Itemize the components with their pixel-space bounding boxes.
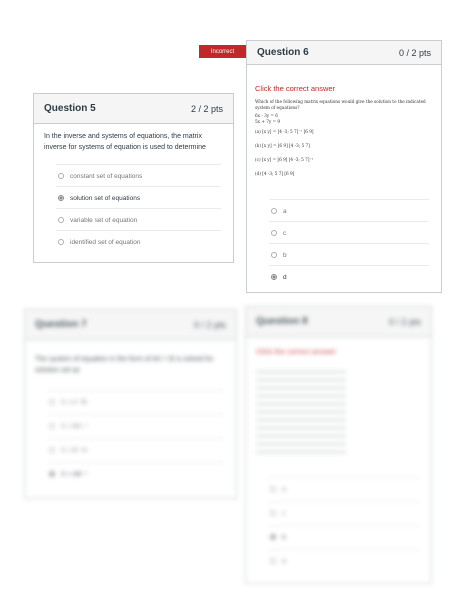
instruction-text: Click the correct answer bbox=[256, 347, 337, 356]
answer-label: X = A⁻¹B bbox=[61, 399, 87, 406]
answer-label: X = B⁻¹A bbox=[61, 447, 88, 454]
radio-icon[interactable] bbox=[270, 510, 276, 516]
incorrect-flag: Incorrect bbox=[199, 45, 252, 58]
choice-expression: [x y] = [4 -3; 5 7]⁻¹ [6 9] bbox=[262, 129, 314, 134]
answer-option[interactable]: c bbox=[268, 501, 419, 524]
answer-label: c bbox=[283, 229, 287, 237]
choice-tag: (b) bbox=[255, 143, 261, 148]
question-5-card: Question 5 2 / 2 pts In the inverse and … bbox=[33, 93, 234, 263]
question-7-card: Question 7 0 / 2 pts The system of equat… bbox=[24, 309, 237, 499]
answer-label: variable set of equation bbox=[70, 216, 138, 224]
choice-expression: [4 -3; 5 7] [6 9] bbox=[262, 171, 295, 176]
answer-label: d bbox=[282, 557, 286, 565]
question-7-header: Question 7 0 / 2 pts bbox=[25, 310, 236, 340]
radio-icon[interactable] bbox=[58, 217, 64, 223]
equation-system: 6x - 3y = 6 5x + 7y = 9 bbox=[255, 113, 280, 125]
question-stem: Which of the following matrix equations … bbox=[255, 99, 426, 110]
answer-label: a bbox=[283, 207, 287, 215]
answer-option[interactable]: d bbox=[268, 549, 419, 572]
equation-line: 5x + 7y = 9 bbox=[255, 119, 281, 124]
answer-option[interactable]: a bbox=[268, 477, 419, 500]
answer-label: a bbox=[282, 485, 286, 493]
choice-tag: (c) bbox=[255, 157, 261, 162]
question-title: Question 8 bbox=[256, 316, 308, 327]
question-6-header: Question 6 0 / 2 pts bbox=[247, 41, 441, 65]
choice-c: (c) [x y] = [6 9] [4 -3; 5 7]⁻¹ bbox=[255, 157, 313, 163]
answer-option[interactable]: d bbox=[269, 265, 429, 288]
answer-label: b bbox=[282, 533, 286, 541]
radio-icon[interactable] bbox=[58, 239, 64, 245]
question-points: 0 / 2 pts bbox=[388, 316, 421, 327]
answer-label: X = AB⁻¹ bbox=[61, 471, 87, 478]
question-title: Question 5 bbox=[44, 103, 96, 114]
question-points: 2 / 2 pts bbox=[190, 103, 223, 114]
radio-icon[interactable] bbox=[49, 423, 55, 429]
radio-icon[interactable] bbox=[271, 252, 277, 258]
answer-option[interactable]: a bbox=[269, 199, 429, 222]
radio-icon[interactable] bbox=[270, 486, 276, 492]
answer-option[interactable]: X = A⁻¹B bbox=[47, 390, 224, 413]
matrix-block bbox=[256, 365, 346, 455]
choice-a: (a) [x y] = [4 -3; 5 7]⁻¹ [6 9] bbox=[255, 129, 314, 135]
answer-option[interactable]: X = AB⁻¹ bbox=[47, 462, 224, 485]
answer-option[interactable]: X = B⁻¹A bbox=[47, 438, 224, 461]
choice-tag: (d) bbox=[255, 171, 261, 176]
radio-icon[interactable] bbox=[58, 173, 64, 179]
radio-selected-icon[interactable] bbox=[270, 534, 276, 540]
answer-label: identified set of equation bbox=[70, 238, 141, 246]
question-points: 0 / 2 pts bbox=[398, 47, 431, 58]
choice-d: (d) [4 -3; 5 7] [6 9] bbox=[255, 171, 294, 177]
choice-expression: [x y] = [6 9] [4 -3; 5 7]⁻¹ bbox=[261, 157, 314, 162]
radio-icon[interactable] bbox=[49, 399, 55, 405]
answer-label: constant set of equations bbox=[70, 172, 143, 180]
question-text: In the inverse and systems of equations,… bbox=[44, 133, 206, 151]
question-8-card: Question 8 0 / 2 pts Click the correct a… bbox=[245, 306, 432, 584]
radio-icon[interactable] bbox=[270, 558, 276, 564]
answer-option[interactable]: identified set of equation bbox=[56, 230, 221, 253]
radio-icon[interactable] bbox=[49, 447, 55, 453]
radio-icon[interactable] bbox=[271, 208, 277, 214]
answer-option[interactable]: X = BA⁻¹ bbox=[47, 414, 224, 437]
question-points: 0 / 2 pts bbox=[193, 319, 226, 330]
radio-icon[interactable] bbox=[271, 230, 277, 236]
answer-option[interactable]: constant set of equations bbox=[56, 164, 221, 187]
question-6-card: Question 6 0 / 2 pts Click the correct a… bbox=[246, 40, 442, 293]
answer-label: d bbox=[283, 273, 287, 281]
radio-selected-icon[interactable] bbox=[271, 274, 277, 280]
question-title: Question 7 bbox=[35, 319, 87, 330]
answer-label: b bbox=[283, 251, 287, 259]
answer-label: X = BA⁻¹ bbox=[61, 423, 88, 430]
instruction-text: Click the correct answer bbox=[255, 84, 336, 93]
question-text: The system of equation in the form of AX… bbox=[35, 356, 214, 374]
answer-label: solution set of equations bbox=[70, 194, 141, 202]
answer-option[interactable]: b bbox=[269, 243, 429, 266]
answer-option[interactable]: variable set of equation bbox=[56, 208, 221, 231]
choice-expression: [x y] = [6 9] [4 -3; 5 7] bbox=[262, 143, 310, 148]
question-title: Question 6 bbox=[257, 47, 309, 58]
choice-b: (b) [x y] = [6 9] [4 -3; 5 7] bbox=[255, 143, 310, 149]
answer-label: c bbox=[282, 509, 286, 517]
answer-option[interactable]: b bbox=[268, 525, 419, 548]
radio-selected-icon[interactable] bbox=[58, 195, 64, 201]
answer-option[interactable]: c bbox=[269, 221, 429, 244]
answer-option[interactable]: solution set of equations bbox=[56, 186, 221, 209]
radio-selected-icon[interactable] bbox=[49, 471, 55, 477]
question-8-header: Question 8 0 / 2 pts bbox=[246, 307, 431, 337]
question-5-header: Question 5 2 / 2 pts bbox=[34, 94, 233, 124]
choice-tag: (a) bbox=[255, 129, 261, 134]
